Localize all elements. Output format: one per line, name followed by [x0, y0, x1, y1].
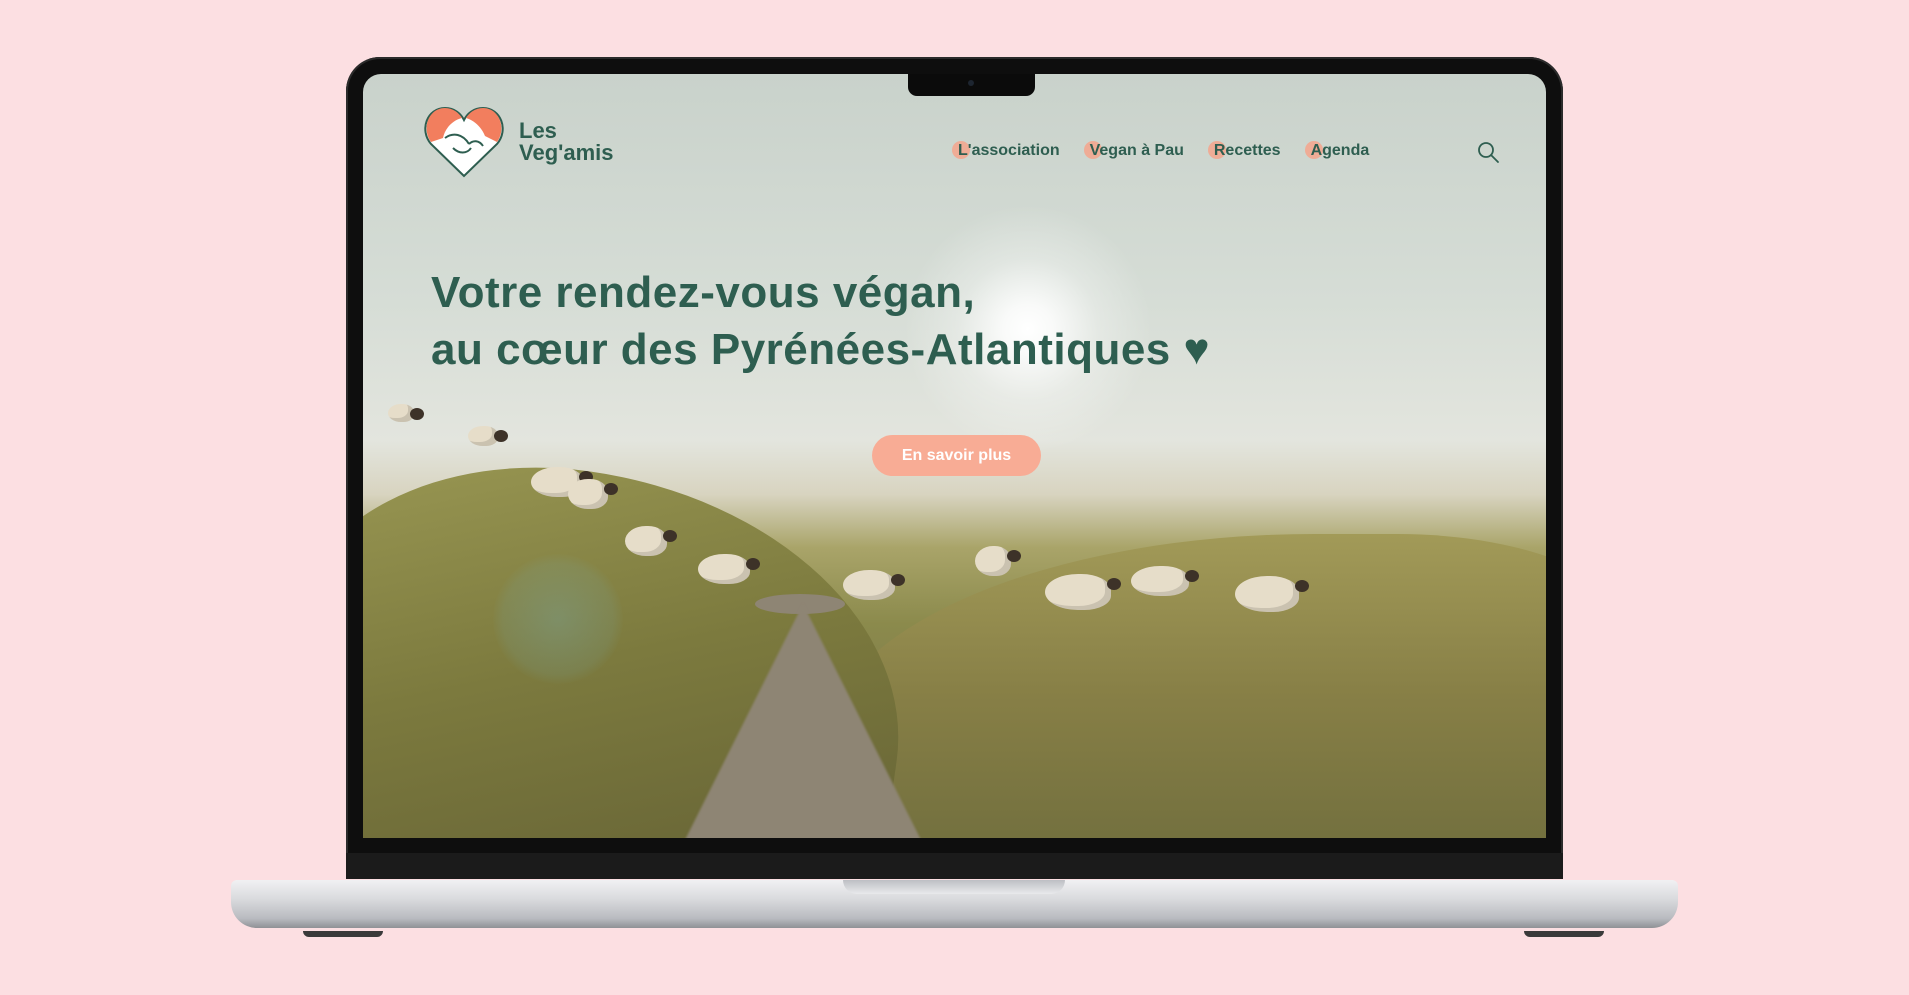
laptop-base-notch — [843, 880, 1065, 894]
logo-wordmark: Les Veg'amis — [519, 120, 614, 164]
nav-item-label: Recettes — [1213, 142, 1281, 159]
site-logo[interactable]: Les Veg'amis — [423, 104, 614, 180]
nav-item-label: Agenda — [1310, 142, 1370, 159]
heart-logo-icon — [424, 106, 504, 178]
logo-line-2: Veg'amis — [519, 140, 614, 165]
main-nav: L'association Vegan à Pau Recettes Agend… — [952, 141, 1370, 160]
laptop-screen: Les Veg'amis L'association Vegan à Pau R… — [363, 74, 1546, 838]
sheep — [1131, 566, 1199, 596]
logo-line-1: Les — [519, 118, 557, 143]
nav-item-recettes[interactable]: Recettes — [1207, 141, 1281, 160]
laptop-foot-right — [1524, 931, 1604, 937]
mockup-stage: Les Veg'amis L'association Vegan à Pau R… — [0, 0, 1909, 995]
nav-item-vegan-a-pau[interactable]: Vegan à Pau — [1083, 141, 1184, 160]
sheep — [843, 570, 905, 600]
nav-item-label: L'association — [958, 142, 1060, 159]
sheep — [388, 404, 424, 422]
laptop-base — [231, 880, 1678, 928]
laptop-foot-left — [303, 931, 383, 937]
sheep — [975, 546, 1021, 576]
lens-flare — [493, 554, 623, 684]
sheep — [568, 479, 618, 509]
nav-item-label: Vegan à Pau — [1089, 142, 1184, 159]
nav-item-association[interactable]: L'association — [952, 141, 1060, 160]
laptop-lid: Les Veg'amis L'association Vegan à Pau R… — [346, 57, 1563, 879]
dirt-path — [683, 604, 923, 838]
sheep — [1235, 576, 1309, 612]
laptop-chin — [346, 853, 1563, 879]
camera-notch — [908, 74, 1035, 96]
learn-more-button[interactable]: En savoir plus — [872, 435, 1041, 476]
hero-title-line-2: au cœur des Pyrénées-Atlantiques ♥ — [431, 325, 1211, 374]
sheep — [1045, 574, 1121, 610]
search-icon[interactable] — [1476, 140, 1500, 164]
hero-title-line-1: Votre rendez-vous végan, — [431, 268, 976, 317]
nav-item-agenda[interactable]: Agenda — [1304, 141, 1370, 160]
sheep — [468, 426, 508, 446]
sheep — [698, 554, 760, 584]
sheep — [625, 526, 677, 556]
hero-title: Votre rendez-vous végan, au cœur des Pyr… — [431, 264, 1210, 378]
